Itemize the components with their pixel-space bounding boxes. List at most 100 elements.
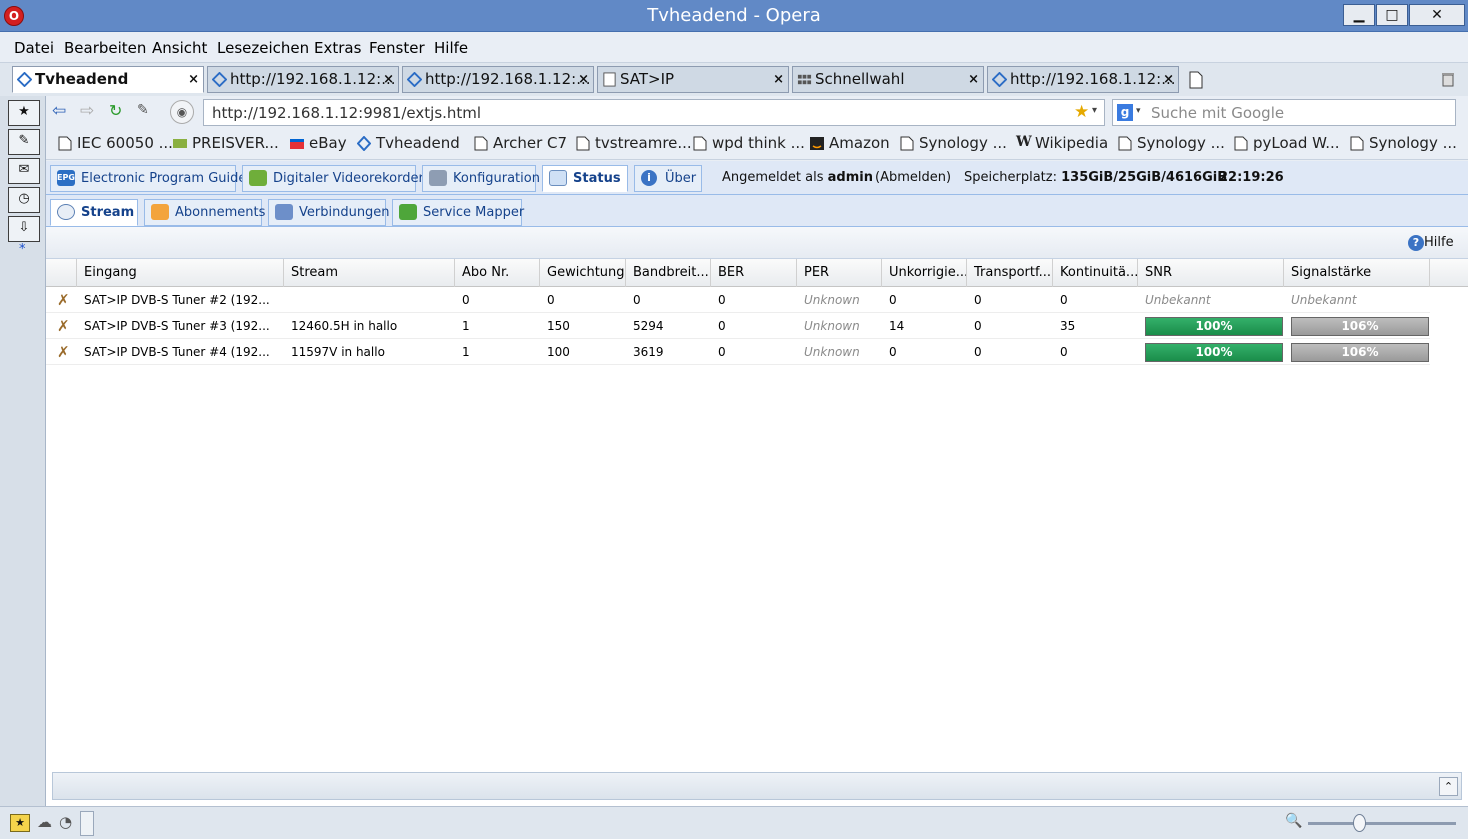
subtab-verbindungen[interactable]: Verbindungen [268,199,390,226]
tab-ueber[interactable]: i Über [634,165,702,192]
column-header-transportfehler[interactable]: Transportf... [967,259,1053,287]
bookmark-item[interactable]: Synology ... [1350,134,1457,152]
tab-schnellwahl[interactable]: Schnellwahl × [792,66,984,93]
broom-icon[interactable]: ✗ [50,339,70,365]
bookmark-item[interactable]: Amazon [810,134,890,152]
close-tab-icon[interactable]: × [1163,67,1174,92]
add-panel-icon[interactable]: * [19,242,26,257]
mail-panel-icon[interactable]: ✉ [8,158,40,184]
column-header-kontinuitaet[interactable]: Kontinuitä... [1053,259,1138,287]
bookmark-item[interactable]: wpd think ... [693,134,805,152]
close-tab-icon[interactable]: × [773,67,784,92]
bookmark-item[interactable]: Archer C7 [474,134,567,152]
close-window-button[interactable]: ✕ [1409,4,1465,26]
column-header-gewichtung[interactable]: Gewichtung [540,259,626,287]
collapse-up-icon[interactable]: ⌃ [1439,777,1458,796]
signal-bar: 106% [1291,317,1429,336]
bookmark-star-icon[interactable]: ★ [1074,102,1089,122]
page-icon [576,136,590,151]
forward-icon[interactable]: ⇨ [80,101,94,121]
transfers-panel-icon[interactable]: ⇩ [8,216,40,242]
tab-status[interactable]: Status [542,165,628,192]
tab-satip[interactable]: SAT>IP × [597,66,789,93]
broom-icon[interactable]: ✗ [50,313,70,339]
new-tab-icon[interactable] [1188,71,1204,89]
column-header-snr[interactable]: SNR [1138,259,1284,287]
reload-icon[interactable]: ↻ [109,101,122,120]
zoom-icon[interactable]: 🔍 [1285,813,1302,829]
google-search-icon[interactable]: g [1117,104,1133,121]
trash-icon[interactable] [1440,71,1456,87]
bookmark-item[interactable]: pyLoad W... [1234,134,1340,152]
bookmark-item[interactable]: Tvheadend [357,134,460,152]
subtab-stream[interactable]: Stream [50,199,138,226]
maximize-button[interactable]: □ [1376,4,1408,26]
subtab-service-mapper[interactable]: Service Mapper [392,199,524,226]
tab-http-2[interactable]: http://192.168.1.12:... × [402,66,594,93]
close-tab-icon[interactable]: × [578,67,589,92]
subtab-abonnements[interactable]: Abonnements [144,199,265,226]
tab-konfiguration[interactable]: Konfiguration [422,165,540,192]
logged-in-label: Angemeldet als admin [722,170,873,185]
panel-toggle-icon[interactable]: ★ [10,814,30,832]
column-header-unkorrigiert[interactable]: Unkorrigie... [882,259,967,287]
tvheadend-favicon-icon [212,72,227,87]
address-field[interactable]: http://192.168.1.12:9981/extjs.html ★ ▾ [203,99,1105,126]
back-icon[interactable]: ⇦ [52,101,66,121]
menu-datei[interactable]: Datei [14,39,54,57]
zoom-slider-track[interactable] [1308,822,1456,825]
window-title: Tvheadend - Opera [647,5,821,26]
search-engine-dropdown-icon[interactable]: ▾ [1136,106,1141,116]
table-row[interactable]: ✗ SAT>IP DVB-S Tuner #4 (192... 11597V i… [46,339,1430,365]
cell-unc: 0 [889,345,897,359]
logout-link[interactable]: (Abmelden) [875,170,951,185]
column-header-per[interactable]: PER [797,259,882,287]
bookmark-item[interactable]: IEC 60050 ... [58,134,173,152]
close-tab-icon[interactable]: × [188,67,199,92]
history-panel-icon[interactable]: ◷ [8,187,40,213]
broom-icon[interactable]: ✗ [50,287,70,313]
close-tab-icon[interactable]: × [383,67,394,92]
address-dropdown-icon[interactable]: ▾ [1092,105,1097,116]
tab-http-1[interactable]: http://192.168.1.12:... × [207,66,399,93]
menu-bearbeiten[interactable]: Bearbeiten [64,39,146,57]
site-info-icon[interactable]: ◉ [170,100,194,124]
bookmarks-panel-icon[interactable]: ★ [8,100,40,126]
bookmarks-bar: IEC 60050 ... PREISVER... eBay Tvheadend… [46,128,1468,160]
minimize-button[interactable]: ▁ [1343,4,1375,26]
column-header-bandbreite[interactable]: Bandbreit... [626,259,711,287]
bookmark-item[interactable]: tvstreamre... [576,134,692,152]
bookmark-item[interactable]: PREISVER... [173,134,279,152]
help-button[interactable]: ? Hilfe [1408,235,1454,251]
bookmark-item[interactable]: eBay [290,134,347,152]
column-header-stream[interactable]: Stream [284,259,455,287]
close-tab-icon[interactable]: × [968,67,979,92]
menu-extras[interactable]: Extras [314,39,361,57]
tab-dvr[interactable]: Digitaler Videorekorder [242,165,424,192]
zoom-slider-handle[interactable] [1353,814,1366,832]
tab-tvheadend[interactable]: Tvheadend × [12,66,204,93]
speed-icon[interactable]: ◔ [59,813,72,831]
bookmark-item[interactable]: W Wikipedia [1016,134,1108,152]
menu-hilfe[interactable]: Hilfe [434,39,468,57]
notes-panel-icon[interactable]: ✎ [8,129,40,155]
menu-fenster[interactable]: Fenster [369,39,425,57]
table-row[interactable]: ✗ SAT>IP DVB-S Tuner #3 (192... 12460.5H… [46,313,1430,339]
bookmark-item[interactable]: Synology ... [1118,134,1225,152]
cloud-icon[interactable]: ☁ [37,813,52,831]
menu-lesezeichen[interactable]: Lesezeichen [217,39,309,57]
column-header-abo-nr[interactable]: Abo Nr. [455,259,540,287]
tab-http-3[interactable]: http://192.168.1.12:... × [987,66,1179,93]
column-header-eingang[interactable]: Eingang [77,259,284,287]
browser-tab-bar: Tvheadend × http://192.168.1.12:... × ht… [0,63,1468,96]
opera-logo-icon[interactable]: O [4,6,24,26]
search-field[interactable]: g ▾ Suche mit Google [1112,99,1456,126]
bookmark-item[interactable]: Synology ... [900,134,1007,152]
table-row[interactable]: ✗ SAT>IP DVB-S Tuner #2 (192... 0 0 0 0 … [46,287,1430,313]
menu-ansicht[interactable]: Ansicht [152,39,207,57]
tab-epg[interactable]: EPG Electronic Program Guide [50,165,246,192]
page-icon [1234,136,1248,151]
column-header-signalstaerke[interactable]: Signalstärke [1284,259,1430,287]
column-header-ber[interactable]: BER [711,259,797,287]
edit-icon[interactable]: ✎ [137,102,149,118]
